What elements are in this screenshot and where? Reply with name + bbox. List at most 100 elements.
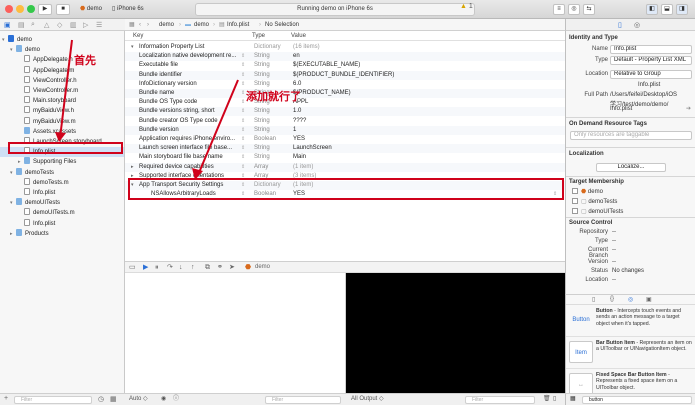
plist-row[interactable]: ▾ Information Property List Dictionary (16 … [125, 43, 565, 52]
plist-value[interactable]: $(PRODUCT_BUNDLE_IDENTIFIER) [293, 71, 553, 80]
jump-crumb-project[interactable]: demo [159, 19, 174, 31]
navigator-item[interactable]: Main.storyboard [0, 96, 124, 106]
search-icon[interactable]: ⌕ [31, 21, 35, 29]
plist-value[interactable]: (16 items) [293, 43, 553, 52]
warning-indicator[interactable]: ▲ 1 [460, 3, 473, 10]
plist-type[interactable]: Dictionary [254, 43, 290, 52]
navigator-item[interactable]: ViewController.h [0, 75, 124, 86]
plist-value[interactable]: APPL [293, 98, 553, 107]
file-inspector-icon[interactable]: ▯ [618, 21, 622, 29]
split-icon[interactable]: ▯ [553, 394, 556, 405]
stepper-icon[interactable]: ⇕ [241, 52, 247, 61]
plist-row[interactable]: Bundle version ⇕ String 1 [125, 125, 565, 135]
continue-icon[interactable]: ▶ [143, 262, 148, 273]
toggle-debug-button[interactable]: ⬓ [661, 4, 673, 15]
step-in-icon[interactable]: ↓ [179, 262, 183, 273]
navigator-item[interactable]: AppDelegate.h [0, 55, 124, 65]
navigator-item[interactable]: ▸ Supporting Files [0, 157, 124, 167]
plist-key[interactable]: Bundle name [139, 89, 251, 98]
run-button[interactable]: ▶ [38, 4, 52, 15]
plist-value[interactable]: $(PRODUCT_NAME) [293, 89, 553, 98]
stepper-icon[interactable]: ⇕ [241, 61, 247, 70]
plist-key[interactable]: InfoDictionary version [139, 80, 251, 89]
target-demotests[interactable]: ▢ demoTests [572, 198, 617, 205]
navigator-item[interactable]: demoUITests.m [0, 208, 124, 218]
breakpoint-icon[interactable]: ▷ [83, 21, 88, 29]
plist-type[interactable]: String [254, 126, 290, 135]
navigator-item[interactable]: Info.plist [0, 218, 124, 229]
disclosure-open-icon[interactable]: ▾ [131, 43, 138, 52]
stepper-icon[interactable]: ⇕ [241, 117, 247, 126]
plist-type[interactable]: String [254, 61, 290, 70]
minimize-window-button[interactable] [16, 5, 24, 13]
navigator-item[interactable]: ▾ demo [0, 35, 124, 45]
symbol-icon[interactable]: ▤ [18, 21, 25, 29]
stepper-icon[interactable]: ⇕ [241, 107, 247, 116]
reveal-arrow-icon[interactable]: ➔ [686, 105, 691, 112]
report-icon[interactable]: ☰ [96, 21, 102, 29]
plist-row[interactable]: Bundle identifier ⇕ String $(PRODUCT_BUNDLE… [125, 70, 565, 80]
navigator-item[interactable]: ▾ demoTests [0, 167, 124, 178]
plist-type[interactable]: String [254, 117, 290, 126]
back-icon[interactable]: ‹ [139, 19, 141, 31]
plist-key[interactable]: Bundle versions string, short [139, 107, 251, 116]
plist-value[interactable]: LaunchScreen [293, 144, 553, 153]
view-debugger-icon[interactable]: ⧉ [205, 262, 210, 273]
assistant-editor-button[interactable]: ◎ [568, 4, 580, 15]
plist-key[interactable]: Bundle version [139, 126, 251, 135]
related-items-icon[interactable]: ▦ [129, 19, 135, 31]
stop-button[interactable]: ■ [56, 4, 70, 15]
navigator-item[interactable]: ViewController.m [0, 86, 124, 96]
file-template-icon[interactable]: ▯ [592, 296, 595, 303]
plist-type[interactable]: String [254, 71, 290, 80]
location-icon[interactable]: ➤ [229, 262, 235, 273]
plist-type[interactable]: String [254, 144, 290, 153]
plist-type[interactable]: String [254, 107, 290, 116]
toggle-inspector-button[interactable]: ◨ [676, 4, 688, 15]
eye-icon[interactable]: ◉ [161, 394, 166, 405]
folder-icon[interactable]: ▣ [4, 21, 11, 29]
navigator-item[interactable]: AppDelegate.m [0, 65, 124, 76]
plist-value[interactable]: $(EXECUTABLE_NAME) [293, 61, 553, 70]
add-icon[interactable]: + [4, 395, 8, 402]
output-selector[interactable]: All Output ◇ [351, 394, 384, 405]
info-icon[interactable]: ⓘ [173, 394, 179, 405]
value-column-header[interactable]: Value [291, 31, 306, 41]
debug-icon[interactable]: ▥ [70, 21, 77, 29]
plist-value[interactable]: 6.0 [293, 80, 553, 89]
quick-help-icon[interactable]: ◎ [634, 21, 640, 29]
plist-row[interactable]: Bundle OS Type code ⇕ String APPL [125, 98, 565, 107]
grid-view-icon[interactable]: ▦ [570, 394, 576, 405]
plist-row[interactable]: ▸ Required device capabilities ⇕ Array (1 it… [125, 162, 565, 172]
stepper-icon[interactable]: ⇕ [241, 163, 247, 172]
plist-key[interactable]: Information Property List [139, 43, 251, 52]
plist-key[interactable]: Main storyboard file base name [139, 153, 251, 162]
variables-filter-input[interactable]: Filter [265, 396, 341, 404]
navigator-filter-input[interactable]: Filter [14, 396, 92, 404]
checkbox[interactable] [572, 208, 578, 214]
stepper-icon[interactable]: ⇕ [241, 144, 247, 153]
stepper-icon[interactable]: ⇕ [241, 153, 247, 162]
plist-key[interactable]: Executable file [139, 61, 251, 70]
navigator-item[interactable]: myBaiduView.h [0, 106, 124, 116]
plist-row[interactable]: Application requires iPhone enviro... ⇕ Bo… [125, 135, 565, 144]
plist-type[interactable]: String [254, 153, 290, 162]
breakpoints-toggle-icon[interactable]: ⏸ [155, 262, 159, 273]
test-icon[interactable]: ◇ [57, 21, 62, 29]
navigator-item[interactable]: myBaiduView.m [0, 116, 124, 127]
plist-row[interactable]: Bundle creator OS Type code ⇕ String???? [125, 117, 565, 126]
version-editor-button[interactable]: ⇆ [583, 4, 595, 15]
plist-value[interactable]: 1 [293, 126, 553, 135]
scheme-selector[interactable]: ⬣ demo [80, 4, 102, 15]
plist-type[interactable]: Array [254, 163, 290, 172]
localize-button[interactable]: Localize... [596, 163, 666, 172]
plist-key[interactable]: Bundle identifier [139, 71, 251, 80]
toggle-navigator-button[interactable]: ◧ [646, 4, 658, 15]
object-library-icon[interactable]: ◎ [628, 296, 633, 303]
stepper-icon[interactable]: ⇕ [241, 126, 247, 135]
key-column-header[interactable]: Key [133, 31, 143, 41]
checkbox[interactable] [572, 188, 578, 194]
media-library-icon[interactable]: ▣ [646, 296, 652, 303]
console-view[interactable] [346, 273, 565, 393]
navigator-item[interactable]: demoTests.m [0, 177, 124, 188]
